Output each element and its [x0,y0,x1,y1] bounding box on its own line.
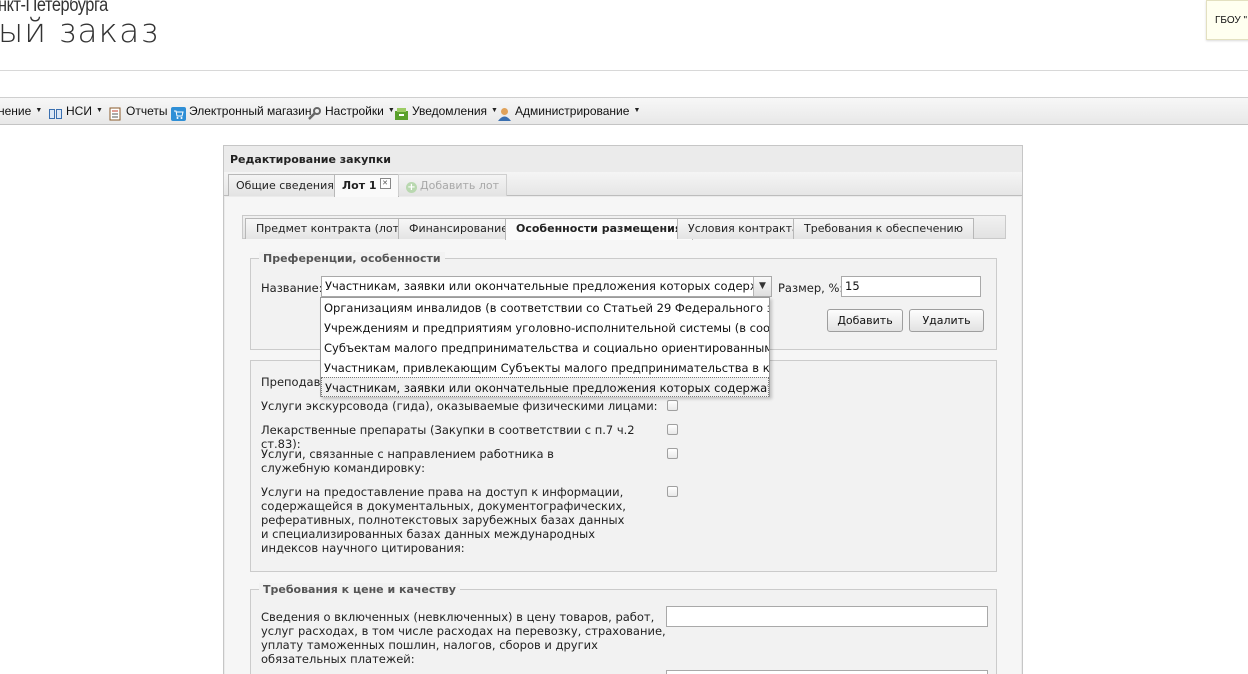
checkbox-business-trip[interactable] [667,448,678,459]
panel-title: Редактирование закупки [230,153,392,166]
menu-item-label: Настройки [325,104,384,118]
checkbox-guide-services[interactable] [667,400,678,411]
notification-icon [394,104,409,120]
menu-item-planning[interactable]: нение ▼ [0,98,42,124]
chevron-down-icon[interactable]: ▼ [753,277,771,296]
menu-item-label: Уведомления [412,104,488,118]
tab-label: Условия контракта [688,222,799,235]
menu-item-administration[interactable]: Администрирование ▼ [497,98,640,124]
tab-lot-1[interactable]: Лот 1 ✕ [334,174,399,197]
dropdown-option[interactable]: Участникам, привлекающим Субъекты малого… [321,358,769,378]
dropdown-option[interactable]: Субъектам малого предпринимательства и с… [321,338,769,358]
dropdown-arrow-icon: ▼ [633,107,641,114]
tab-security-requirements[interactable]: Требования к обеспечению [793,218,974,239]
checkbox-medicines[interactable] [667,424,678,435]
inner-tab-bar: Предмет контракта (лота) Финансирование … [242,215,1006,240]
close-icon[interactable]: ✕ [379,178,391,189]
feature-label-database-access: Услуги на предоставление права на доступ… [261,485,626,555]
dropdown-option[interactable]: Организациям инвалидов (в соответствии с… [321,298,769,318]
menu-item-label: Отчеты [126,104,168,118]
menu-item-settings[interactable]: Настройки ▼ [307,98,395,124]
delete-button[interactable]: Удалить [909,309,984,332]
tab-general-info[interactable]: Общие сведения [228,174,342,196]
combobox-value: Участникам, заявки или окончательные пре… [325,279,772,293]
price-includes-label: Сведения о включенных (невключенных) в ц… [261,610,666,666]
tab-label: Требования к обеспечению [804,222,963,235]
procurement-editor-panel: Редактирование закупки Общие сведения Ло… [223,145,1023,674]
size-percent-input[interactable]: 15 [841,276,981,297]
tab-placement-features[interactable]: Особенности размещения [505,218,693,240]
plus-icon: + [406,182,417,193]
book-icon [48,104,63,119]
organization-chip[interactable]: ГБОУ " [1206,0,1248,40]
price-quality-legend: Требования к цене и качеству [259,583,460,596]
tab-contract-subject[interactable]: Предмет контракта (лота) [245,218,422,239]
menu-item-notifications[interactable]: Уведомления ▼ [394,98,498,124]
menu-item-label: НСИ [66,104,92,118]
size-label: Размер, %: [778,281,844,295]
preference-name-combobox[interactable]: Участникам, заявки или окончательные пре… [321,276,772,297]
tab-label: Предмет контракта (лота) [256,222,411,235]
preferences-legend: Преференции, особенности [259,252,445,265]
report-icon [108,104,123,121]
wrench-icon [307,104,322,120]
tab-label: Общие сведения [236,179,334,192]
header-divider [0,70,1248,71]
tab-label: Лот 1 [342,179,377,192]
brand-title: ый заказ [0,11,160,50]
price-includes-input[interactable] [666,606,988,627]
tab-add-lot[interactable]: + Добавить лот [398,174,508,196]
tab-label: Добавить лот [420,179,500,192]
menu-item-e-shop[interactable]: Электронный магазин [171,98,311,124]
tab-financing[interactable]: Финансирование [398,218,519,239]
feature-label-partial: Преподава [261,375,328,389]
feature-label-guide-services: Услуги экскурсовода (гида), оказываемые … [261,399,658,413]
menu-item-label: Администрирование [515,104,630,118]
feature-label-business-trip: Услуги, связанные с направлением работни… [261,447,554,475]
tab-label: Особенности размещения [516,222,682,235]
user-icon [497,104,512,121]
add-button[interactable]: Добавить [827,309,903,332]
lot-body: Предмет контракта (лота) Финансирование … [225,197,1021,674]
name-label: Название: [261,281,323,295]
menu-item-reports[interactable]: Отчеты [108,98,167,124]
tab-contract-terms[interactable]: Условия контракта [677,218,810,239]
preference-dropdown-list: Организациям инвалидов (в соответствии с… [320,297,770,397]
dropdown-arrow-icon: ▼ [95,107,103,114]
checkbox-database-access[interactable] [667,486,678,497]
next-field-input[interactable] [666,670,988,674]
dropdown-arrow-icon: ▼ [35,107,43,114]
tab-label: Финансирование [409,222,508,235]
dropdown-option-selected[interactable]: Участникам, заявки или окончательные пре… [321,377,769,397]
main-menu-bar: нение ▼ НСИ ▼ Отчеты Электронный магазин Н… [0,97,1248,125]
outer-tab-bar: Общие сведения Лот 1 ✕ + Добавить лот [224,172,1022,197]
cart-icon [171,104,186,121]
dropdown-option[interactable]: Учреждениям и предприятиям уголовно-испо… [321,318,769,338]
menu-item-nsi[interactable]: НСИ ▼ [48,98,103,124]
price-quality-fieldset: Требования к цене и качеству Сведения о … [250,583,997,674]
menu-item-label: нение [0,104,32,118]
menu-item-label: Электронный магазин [189,104,312,118]
